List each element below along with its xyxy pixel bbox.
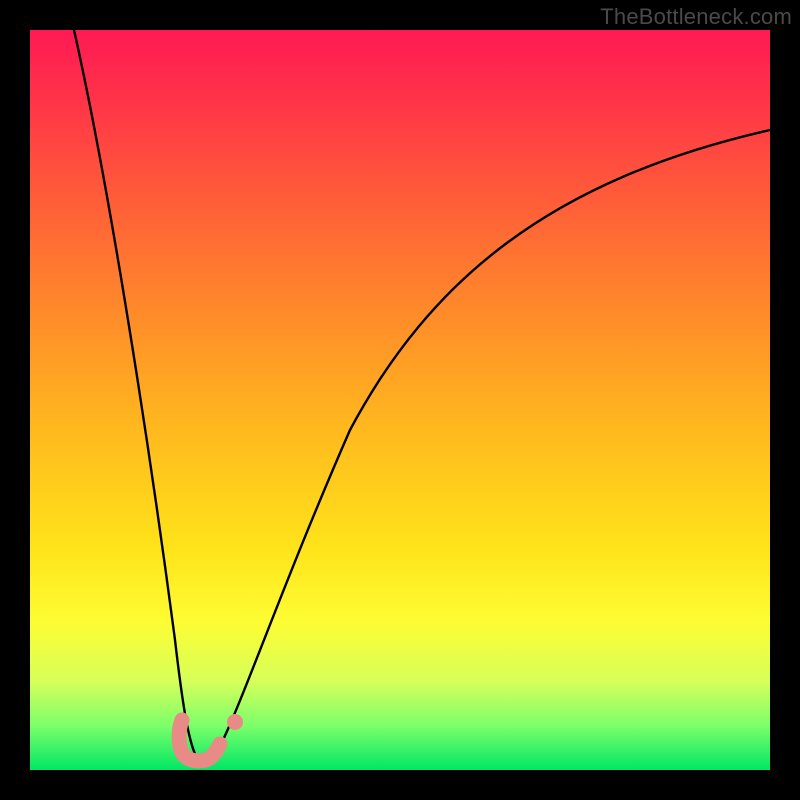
chart-svg [30, 30, 770, 770]
highlight-blob-right [227, 714, 243, 730]
bottleneck-curve [74, 30, 770, 762]
curve-group [74, 30, 770, 762]
watermark-text: TheBottleneck.com [600, 4, 792, 30]
chart-frame [30, 30, 770, 770]
highlight-blob-left [179, 720, 220, 761]
